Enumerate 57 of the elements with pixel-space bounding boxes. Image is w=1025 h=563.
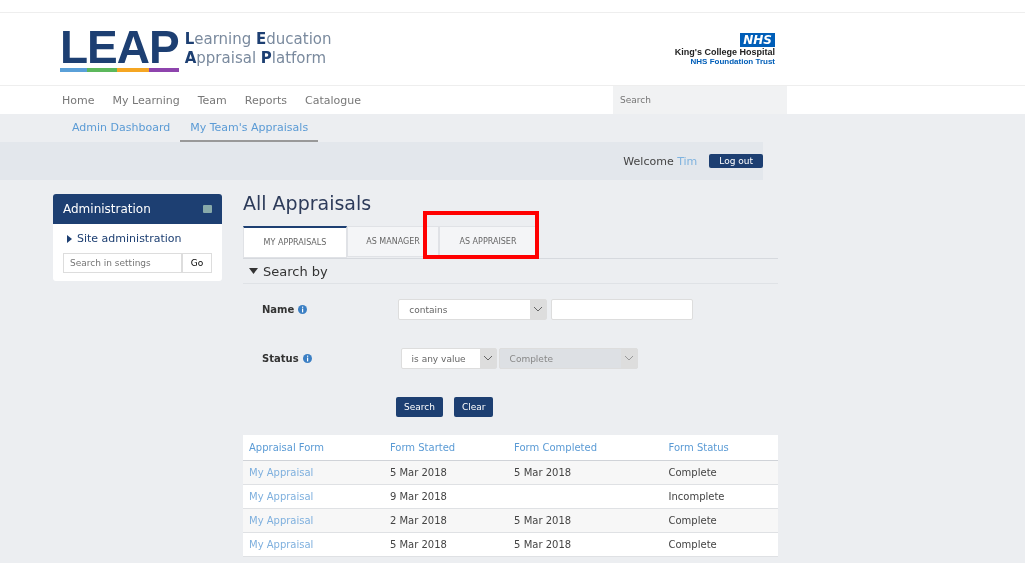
column-header[interactable]: Form Completed	[508, 435, 663, 461]
tab[interactable]: MY APPRAISALS	[243, 226, 347, 258]
triangle-icon	[67, 234, 72, 243]
table-cell: Incomplete	[662, 484, 778, 509]
column-header[interactable]: Form Started	[383, 435, 509, 461]
table-cell: 5 Mar 2018	[383, 460, 509, 485]
nav-link[interactable]: Home	[53, 93, 104, 107]
table-cell: 5 Mar 2018	[383, 532, 509, 557]
column-header[interactable]: Form Status	[662, 435, 778, 461]
logo-letter: P	[149, 26, 179, 72]
nhs-badge: NHS	[740, 32, 775, 47]
logo-letter: A	[116, 26, 150, 72]
table-cell: Complete	[662, 460, 778, 485]
go-button[interactable]: Go	[182, 253, 212, 273]
nav-link[interactable]: Reports	[235, 93, 297, 107]
welcome-text: Welcome Tim	[623, 154, 698, 168]
logo-letter: E	[87, 26, 117, 72]
form-button[interactable]: Clear	[453, 397, 494, 417]
trust-subtitle: NHS Foundation Trust	[690, 56, 775, 66]
settings-search-field[interactable]: Search in settings	[63, 253, 182, 273]
search-field[interactable]: Search	[613, 86, 787, 114]
table-cell: Complete	[662, 532, 778, 557]
filter-label: Name	[262, 304, 295, 315]
logo-tagline: Learning Education	[184, 30, 332, 49]
caret-icon[interactable]	[249, 268, 258, 274]
tab[interactable]: AS APPRAISER	[439, 226, 537, 257]
logout-button[interactable]: Log out	[709, 154, 763, 168]
chevron-icon	[624, 356, 633, 361]
chevron-icon	[483, 356, 492, 361]
name-input[interactable]	[551, 299, 694, 320]
table-cell: 2 Mar 2018	[383, 508, 509, 533]
table-cell: 5 Mar 2018	[508, 508, 663, 533]
panel-title: Administration	[63, 202, 151, 216]
logo-letter: L	[60, 26, 88, 72]
operator-select[interactable]: contains	[398, 299, 548, 320]
table-cell: 5 Mar 2018	[508, 460, 663, 485]
info-icon[interactable]	[302, 354, 312, 363]
form-button[interactable]: Search	[396, 397, 443, 417]
subnav-tab[interactable]: Admin Dashboard	[62, 114, 181, 142]
table-cell: 9 Mar 2018	[383, 484, 509, 509]
table-cell: Complete	[662, 508, 778, 533]
tab[interactable]: AS MANAGER	[347, 226, 439, 257]
column-header[interactable]: Appraisal Form	[243, 435, 384, 461]
trust-name: King's College Hospital	[674, 46, 775, 57]
table-cell: 5 Mar 2018	[508, 532, 663, 557]
filter-label: Status	[262, 353, 299, 364]
form-link[interactable]: My Appraisal	[243, 484, 384, 509]
form-link[interactable]: My Appraisal	[243, 532, 384, 557]
sidebar-link[interactable]: Site administration	[63, 232, 212, 245]
chevron-icon	[534, 307, 543, 312]
nav-link[interactable]: My Learning	[103, 93, 189, 107]
section-title: Search by	[263, 263, 328, 279]
nav-link[interactable]: Team	[188, 93, 236, 107]
logo-tagline: Appraisal Platform	[184, 49, 328, 68]
nav-link[interactable]: Catalogue	[296, 93, 370, 107]
page-title: All Appraisals	[243, 192, 373, 216]
info-icon[interactable]	[298, 305, 308, 314]
